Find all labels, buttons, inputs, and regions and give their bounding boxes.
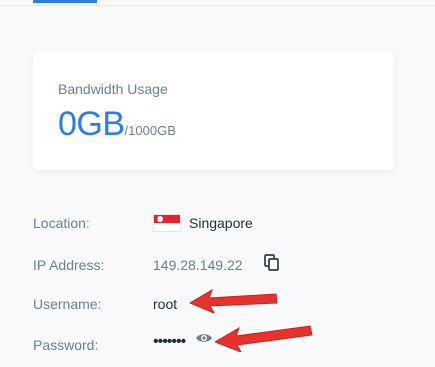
annotation-arrow-username — [190, 288, 278, 313]
singapore-flag-icon — [153, 214, 181, 232]
location-label: Location: — [33, 215, 90, 231]
bandwidth-usage-title: Bandwidth Usage — [58, 81, 168, 97]
username-value[interactable]: root — [153, 296, 177, 312]
ip-address-label: IP Address: — [33, 257, 105, 273]
bandwidth-usage-card: Bandwidth Usage 0GB/1000GB — [33, 51, 394, 170]
username-label: Username: — [33, 296, 102, 312]
annotation-arrow-password — [215, 325, 313, 352]
active-tab-indicator — [33, 0, 97, 3]
copy-icon[interactable] — [264, 254, 280, 272]
ip-address-value[interactable]: 149.28.149.22 — [153, 257, 243, 273]
eye-icon[interactable] — [195, 332, 213, 344]
bandwidth-total: /1000GB — [124, 123, 176, 138]
password-label: Password: — [33, 337, 99, 353]
flag-crescent — [157, 216, 163, 222]
password-value: ••••••• — [153, 333, 186, 350]
location-value: Singapore — [189, 215, 253, 231]
bandwidth-used: 0GB — [58, 105, 125, 143]
bandwidth-usage-value: 0GB/1000GB — [58, 105, 176, 144]
